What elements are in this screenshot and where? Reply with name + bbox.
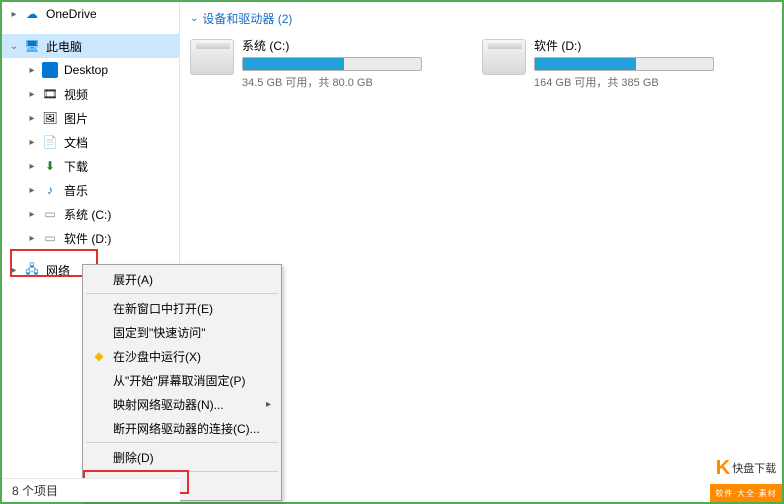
chevron-right-icon: ▸ — [26, 160, 38, 172]
onedrive-icon: ☁ — [24, 6, 40, 22]
drives-row: 系统 (C:) 34.5 GB 可用，共 80.0 GB 软件 (D:) 164… — [190, 37, 772, 90]
menu-item-unpin-start[interactable]: 从"开始"屏幕取消固定(P) — [85, 368, 279, 392]
drive-stats: 164 GB 可用，共 385 GB — [534, 74, 714, 90]
menu-item-pin-quick-access[interactable]: 固定到"快速访问" — [85, 320, 279, 344]
sidebar-item-this-pc[interactable]: ⌄ 🖥 此电脑 — [2, 34, 179, 58]
drive-icon: ▭ — [42, 230, 58, 246]
watermark: K 快盘下载 软件·大全·素材 — [710, 452, 782, 502]
sidebar-item-desktop[interactable]: ▸ Desktop — [2, 58, 179, 82]
sidebar-item-videos[interactable]: ▸ 🎞 视频 — [2, 82, 179, 106]
pc-icon: 🖥 — [24, 38, 40, 54]
chevron-right-icon: ▸ — [26, 232, 38, 244]
menu-item-delete[interactable]: 删除(D) — [85, 445, 279, 469]
sidebar-item-label: 音乐 — [64, 182, 88, 199]
menu-separator — [86, 471, 278, 472]
menu-item-disconnect-network-drive[interactable]: 断开网络驱动器的连接(C)... — [85, 416, 279, 440]
sandbox-icon: ◆ — [91, 348, 107, 364]
chevron-right-icon: ▸ — [26, 136, 38, 148]
chevron-down-icon: ⌄ — [8, 40, 20, 52]
menu-item-map-network-drive[interactable]: 映射网络驱动器(N)... ▸ — [85, 392, 279, 416]
menu-item-open-new-window[interactable]: 在新窗口中打开(E) — [85, 296, 279, 320]
drive-icon — [190, 39, 234, 75]
chevron-right-icon: ▸ — [8, 264, 20, 276]
sidebar-item-drive-c[interactable]: ▸ ▭ 系统 (C:) — [2, 202, 179, 226]
sidebar-item-label: 文档 — [64, 134, 88, 151]
menu-item-run-sandbox[interactable]: ◆ 在沙盘中运行(X) — [85, 344, 279, 368]
sidebar-item-onedrive[interactable]: ▸ ☁ OneDrive — [2, 2, 179, 26]
sidebar-item-label: 视频 — [64, 86, 88, 103]
drive-info: 软件 (D:) 164 GB 可用，共 385 GB — [534, 37, 714, 90]
chevron-right-icon: ▸ — [26, 208, 38, 220]
chevron-right-icon: ▸ — [26, 88, 38, 100]
sidebar-item-label: 系统 (C:) — [64, 206, 111, 223]
drive-info: 系统 (C:) 34.5 GB 可用，共 80.0 GB — [242, 37, 422, 90]
downloads-icon: ⬇ — [42, 158, 58, 174]
status-bar: 8 个项目 — [2, 478, 180, 502]
sidebar-item-label: 软件 (D:) — [64, 230, 111, 247]
sidebar-item-label: Desktop — [64, 63, 108, 77]
drive-stats: 34.5 GB 可用，共 80.0 GB — [242, 74, 422, 90]
sidebar-item-documents[interactable]: ▸ 📄 文档 — [2, 130, 179, 154]
drive-name: 软件 (D:) — [534, 37, 714, 54]
drive-capacity-bar — [534, 57, 714, 71]
video-icon: 🎞 — [42, 86, 58, 102]
documents-icon: 📄 — [42, 134, 58, 150]
chevron-right-icon: ▸ — [26, 112, 38, 124]
sidebar-item-drive-d[interactable]: ▸ ▭ 软件 (D:) — [2, 226, 179, 250]
chevron-right-icon: ▸ — [8, 8, 20, 20]
watermark-logo-icon: K — [716, 457, 730, 480]
drive-item-d[interactable]: 软件 (D:) 164 GB 可用，共 385 GB — [482, 37, 714, 90]
menu-item-expand[interactable]: 展开(A) — [85, 267, 279, 291]
submenu-arrow-icon: ▸ — [266, 399, 271, 410]
sidebar-item-label: 下载 — [64, 158, 88, 175]
drive-icon — [482, 39, 526, 75]
status-item-count: 8 个项目 — [12, 482, 58, 499]
sidebar-item-label: 网络 — [46, 262, 70, 279]
drive-name: 系统 (C:) — [242, 37, 422, 54]
chevron-right-icon: ▸ — [26, 64, 38, 76]
chevron-right-icon: ▸ — [26, 184, 38, 196]
sidebar-item-label: 图片 — [64, 110, 88, 127]
sidebar-item-label: OneDrive — [46, 7, 97, 21]
section-header-devices[interactable]: ⌄ 设备和驱动器 (2) — [190, 10, 772, 27]
context-menu: 展开(A) 在新窗口中打开(E) 固定到"快速访问" ◆ 在沙盘中运行(X) 从… — [82, 264, 282, 501]
section-title: 设备和驱动器 (2) — [202, 10, 292, 27]
drive-capacity-bar — [242, 57, 422, 71]
watermark-brand: 快盘下载 — [732, 460, 776, 476]
network-icon: 🖧 — [24, 262, 40, 278]
sidebar-item-label: 此电脑 — [46, 38, 82, 55]
sidebar-item-pictures[interactable]: ▸ 🖼 图片 — [2, 106, 179, 130]
desktop-icon — [42, 62, 58, 78]
sidebar-item-downloads[interactable]: ▸ ⬇ 下载 — [2, 154, 179, 178]
menu-separator — [86, 293, 278, 294]
chevron-down-icon: ⌄ — [190, 13, 198, 24]
drive-icon: ▭ — [42, 206, 58, 222]
watermark-tagline: 软件·大全·素材 — [710, 484, 782, 502]
menu-separator — [86, 442, 278, 443]
sidebar-item-music[interactable]: ▸ ♪ 音乐 — [2, 178, 179, 202]
drive-item-c[interactable]: 系统 (C:) 34.5 GB 可用，共 80.0 GB — [190, 37, 422, 90]
pictures-icon: 🖼 — [42, 110, 58, 126]
music-icon: ♪ — [42, 182, 58, 198]
